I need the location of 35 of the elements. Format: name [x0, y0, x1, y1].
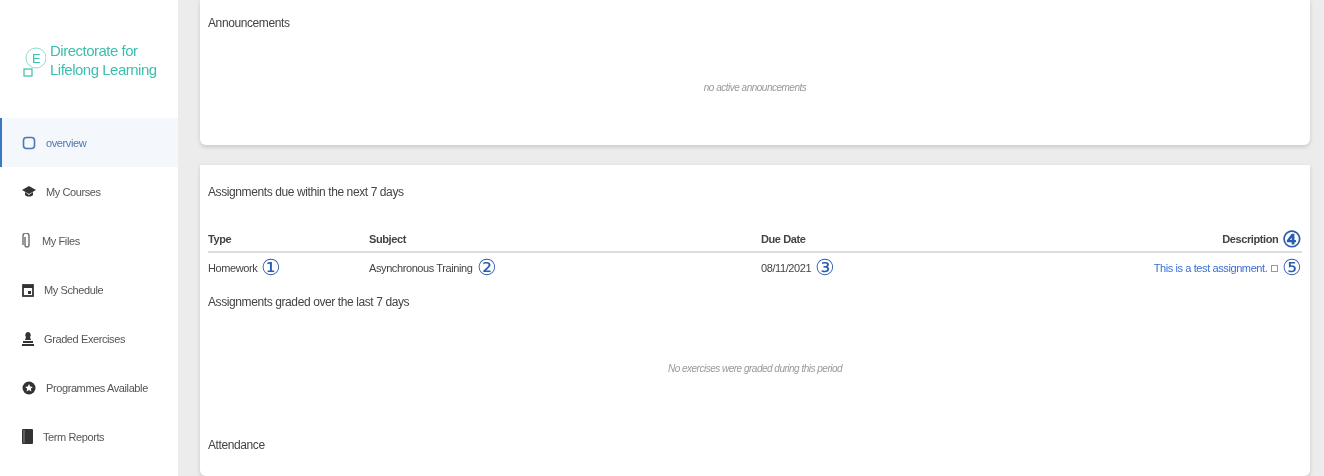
- external-link-icon[interactable]: [1271, 264, 1279, 272]
- sidebar-item[interactable]: Graded Exercises: [0, 314, 178, 363]
- badge-icon: [22, 380, 36, 395]
- paperclip-icon: [22, 232, 32, 249]
- column-header-text: Due Date: [761, 233, 806, 245]
- sidebar-item[interactable]: Term Reports: [0, 412, 178, 461]
- sidebar-item[interactable]: My Files: [0, 216, 178, 265]
- callout-number: ④: [1282, 228, 1302, 250]
- sidebar-item[interactable]: overview: [0, 118, 178, 167]
- callout-number: ①: [261, 257, 281, 279]
- table-cell: Homework: [208, 262, 258, 274]
- column-header-text: Subject: [369, 233, 406, 245]
- sidebar-item[interactable]: Programmes Available: [0, 363, 178, 412]
- card-title: Assignments graded over the last 7 days: [208, 295, 411, 309]
- empty-message: no active announcements: [702, 82, 808, 93]
- column-header-text: Description: [1222, 233, 1279, 245]
- stamp-icon: [22, 331, 34, 346]
- sidebar-item[interactable]: My Courses: [0, 167, 178, 216]
- column-header-text: Type: [208, 233, 232, 245]
- sidebar-item[interactable]: My Schedule: [0, 265, 178, 314]
- card-title: Announcements: [208, 16, 291, 30]
- table-cell: 08/11/2021: [761, 262, 812, 274]
- description-link[interactable]: This is a test assignment.: [1153, 262, 1268, 274]
- callout-number: ⑤: [1282, 257, 1302, 279]
- empty-message: No exercises were graded during this period: [666, 363, 844, 374]
- card-title: Assignments due within the next 7 days: [208, 185, 405, 199]
- logo-text: Directorate for Lifelong Learning: [50, 41, 157, 79]
- card-title: Attendance: [208, 438, 266, 452]
- graduation-cap-icon: [22, 185, 36, 198]
- callout-number: ③: [815, 257, 835, 279]
- table-cell: Asynchronous Training: [369, 262, 473, 274]
- book-icon: [22, 429, 33, 444]
- callout-number: ②: [476, 257, 497, 279]
- square-icon: [22, 135, 36, 150]
- calendar-icon: [22, 282, 34, 297]
